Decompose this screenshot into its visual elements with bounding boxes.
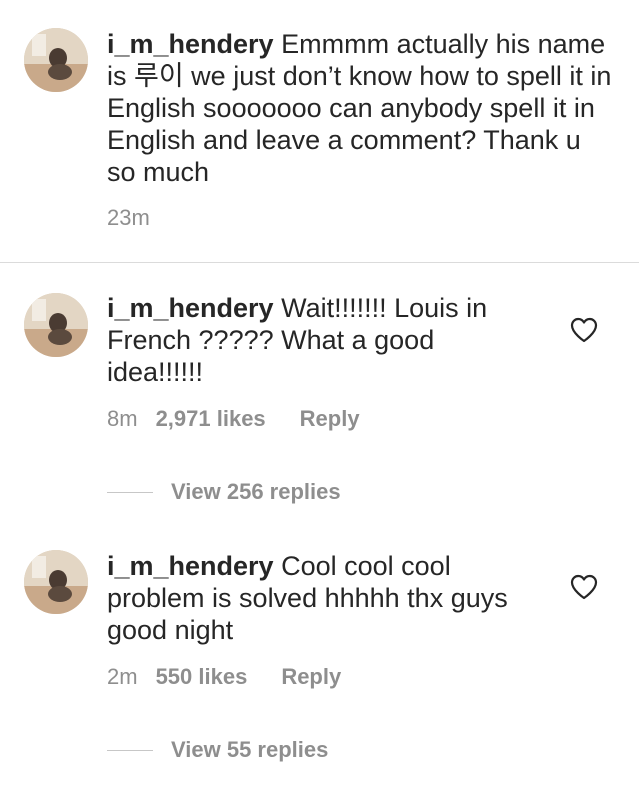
heart-outline-icon[interactable] — [570, 317, 598, 343]
comment-meta: 2m 550 likes Reply — [107, 664, 341, 690]
replies-line — [107, 491, 153, 493]
comment-meta: 23m — [107, 205, 168, 231]
comment-time: 23m — [107, 205, 150, 230]
divider — [0, 262, 639, 263]
view-replies-button[interactable]: View 55 replies — [107, 737, 328, 763]
comment-username[interactable]: i_m_hendery — [107, 29, 274, 59]
avatar[interactable] — [24, 28, 88, 92]
reply-button[interactable]: Reply — [281, 664, 341, 690]
view-replies-button[interactable]: View 256 replies — [107, 479, 341, 505]
view-replies-label: View 55 replies — [171, 737, 329, 762]
comment-meta: 8m 2,971 likes Reply — [107, 406, 360, 432]
comment-username[interactable]: i_m_hendery — [107, 551, 274, 581]
avatar[interactable] — [24, 550, 88, 614]
avatar[interactable] — [24, 293, 88, 357]
view-replies-label: View 256 replies — [171, 479, 341, 504]
heart-outline-icon[interactable] — [570, 574, 598, 600]
comment-username[interactable]: i_m_hendery — [107, 293, 274, 323]
comment-body: i_m_hendery Cool cool cool problem is so… — [107, 550, 527, 646]
comment-time: 8m — [107, 406, 138, 431]
comment-body: i_m_hendery Wait!!!!!!! Louis in French … — [107, 292, 527, 388]
likes-count[interactable]: 550 likes — [156, 664, 248, 690]
comment-body: i_m_hendery Emmmm actually his name is 루… — [107, 28, 612, 188]
reply-button[interactable]: Reply — [300, 406, 360, 432]
replies-line — [107, 749, 153, 751]
likes-count[interactable]: 2,971 likes — [156, 406, 266, 432]
comment-time: 2m — [107, 664, 138, 689]
